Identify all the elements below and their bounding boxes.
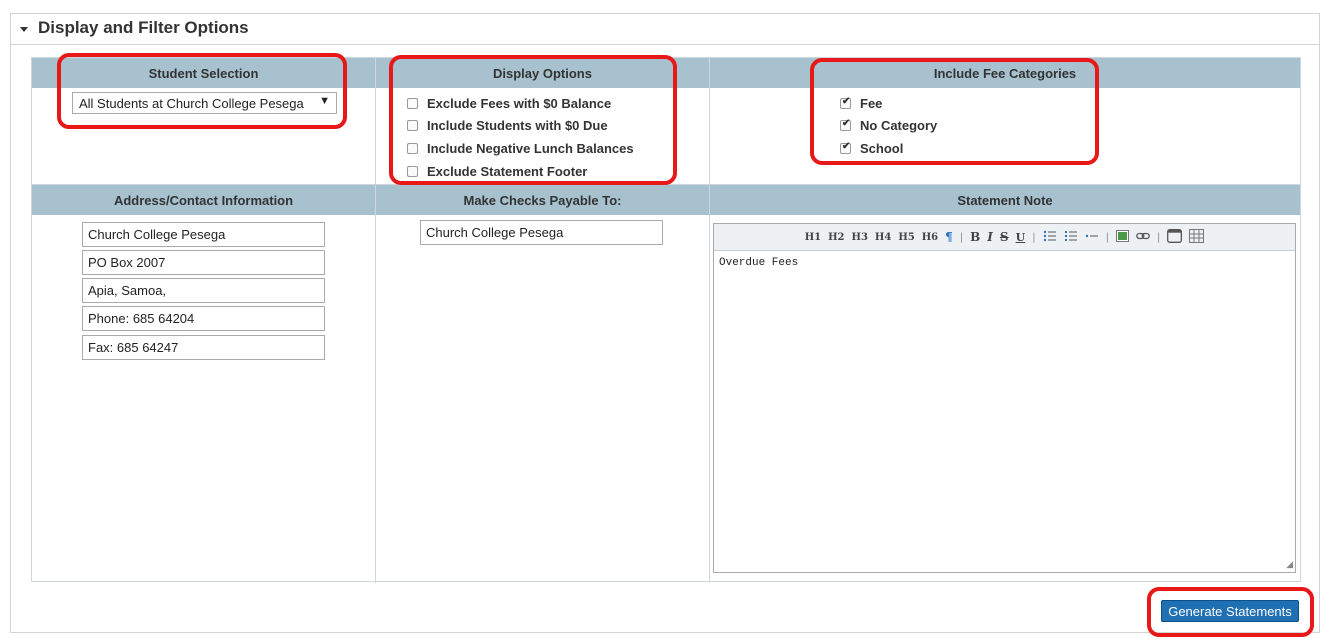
fee-category-label: School	[860, 140, 904, 156]
h1-button[interactable]: H1	[805, 232, 821, 243]
h5-button[interactable]: H5	[898, 232, 914, 243]
checkbox-checked[interactable]	[840, 118, 851, 131]
fee-category-label: No Category	[860, 117, 938, 133]
column-divider	[375, 58, 376, 583]
resize-handle-icon[interactable]: ◢	[1286, 559, 1293, 570]
checkbox[interactable]	[407, 119, 418, 131]
horizontal-rule-icon[interactable]	[1085, 230, 1099, 245]
phone-input[interactable]: Phone: 685 64204	[82, 306, 325, 331]
fullscreen-icon[interactable]	[1167, 228, 1183, 246]
column-divider	[709, 58, 710, 583]
student-selection-dropdown[interactable]: All Students at Church College Pesega ▼	[72, 92, 337, 114]
checkbox-checked[interactable]	[840, 141, 851, 154]
student-selection-header: Student Selection	[32, 58, 375, 88]
option-include-zero-due[interactable]: Include Students with $0 Due	[407, 115, 608, 135]
checkbox[interactable]	[407, 165, 418, 177]
checkbox[interactable]	[407, 142, 418, 154]
generate-statements-button[interactable]: Generate Statements	[1161, 600, 1299, 622]
option-exclude-footer[interactable]: Exclude Statement Footer	[407, 161, 587, 181]
link-icon[interactable]	[1136, 231, 1150, 244]
option-label: Exclude Fees with $0 Balance	[427, 95, 612, 111]
h3-button[interactable]: H3	[852, 232, 868, 243]
display-options-header: Display Options	[376, 58, 709, 88]
bullet-list-icon[interactable]	[1043, 230, 1057, 245]
row-divider	[32, 184, 1300, 185]
checks-payable-header: Make Checks Payable To:	[376, 185, 709, 215]
bold-button[interactable]: B	[970, 230, 980, 244]
toolbar-separator: |	[1032, 231, 1036, 243]
fee-categories-header: Include Fee Categories	[710, 58, 1300, 88]
collapse-caret-icon[interactable]	[20, 27, 28, 32]
address-header: Address/Contact Information	[32, 185, 375, 215]
h6-button[interactable]: H6	[922, 232, 938, 243]
fee-category-fee[interactable]: Fee	[840, 93, 882, 113]
statement-note-header: Statement Note	[710, 185, 1300, 215]
option-label: Include Negative Lunch Balances	[427, 140, 634, 156]
checkbox-checked[interactable]	[840, 96, 851, 109]
h2-button[interactable]: H2	[828, 232, 844, 243]
statement-note-editor[interactable]: H1 H2 H3 H4 H5 H6 ¶ | B I S U | | | Over…	[713, 223, 1296, 573]
fee-category-no-category[interactable]: No Category	[840, 115, 937, 135]
options-grid: Student Selection Display Options Includ…	[31, 57, 1301, 583]
fax-input[interactable]: Fax: 685 64247	[82, 335, 325, 360]
toolbar-separator: |	[1105, 231, 1109, 243]
toolbar-separator: |	[1156, 231, 1161, 243]
fee-category-school[interactable]: School	[840, 138, 903, 158]
address-line-1-input[interactable]: Church College Pesega	[82, 222, 325, 247]
address-line-3-input[interactable]: Apia, Samoa,	[82, 278, 325, 303]
editor-toolbar: H1 H2 H3 H4 H5 H6 ¶ | B I S U | | |	[714, 224, 1295, 251]
display-filter-panel: Display and Filter Options Student Selec…	[10, 13, 1320, 633]
option-include-negative-lunch[interactable]: Include Negative Lunch Balances	[407, 138, 634, 158]
paragraph-button[interactable]: ¶	[945, 230, 953, 244]
h4-button[interactable]: H4	[875, 232, 891, 243]
address-line-2-input[interactable]: PO Box 2007	[82, 250, 325, 275]
option-label: Exclude Statement Footer	[427, 163, 588, 179]
panel-header[interactable]: Display and Filter Options	[11, 14, 1319, 45]
dropdown-arrow-icon: ▼	[319, 95, 330, 107]
table-icon[interactable]	[1189, 228, 1205, 246]
strikethrough-button[interactable]: S	[1000, 230, 1009, 244]
checkbox[interactable]	[407, 97, 418, 109]
numbered-list-icon[interactable]	[1064, 230, 1078, 245]
option-label: Include Students with $0 Due	[427, 117, 608, 133]
toolbar-separator: |	[959, 231, 964, 243]
checks-payable-input[interactable]: Church College Pesega	[420, 220, 663, 245]
student-selection-value: All Students at Church College Pesega	[79, 96, 304, 111]
statement-note-text[interactable]: Overdue Fees	[719, 257, 798, 269]
option-exclude-zero-fees[interactable]: Exclude Fees with $0 Balance	[407, 93, 611, 113]
fee-category-label: Fee	[860, 95, 883, 111]
image-icon[interactable]	[1115, 229, 1129, 245]
panel-title: Display and Filter Options	[38, 18, 249, 37]
underline-button[interactable]: U	[1016, 231, 1026, 244]
italic-button[interactable]: I	[987, 230, 993, 244]
